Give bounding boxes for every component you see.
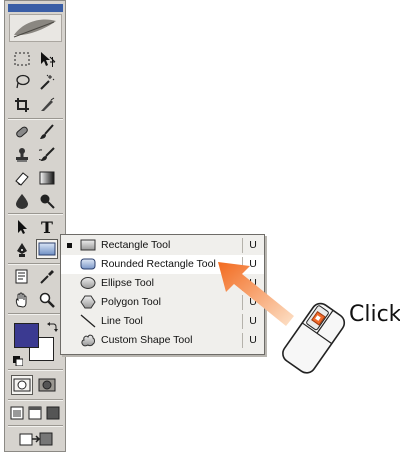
clone-stamp-icon[interactable] (11, 145, 33, 165)
menu-item-label: Rectangle Tool (101, 239, 171, 251)
menu-item-label: Polygon Tool (101, 296, 161, 308)
standard-mode-icon[interactable] (11, 375, 33, 395)
rectangle-shape-icon[interactable] (36, 239, 58, 259)
menu-item-label: Ellipse Tool (101, 277, 154, 289)
blur-icon[interactable] (11, 191, 33, 211)
dodge-icon[interactable] (36, 191, 58, 211)
toolbox-divider (8, 425, 63, 427)
gradient-icon[interactable] (36, 168, 58, 188)
svg-text:T: T (41, 219, 53, 235)
full-screen-menu-mode-icon[interactable] (27, 403, 43, 423)
standard-screen-mode-icon[interactable] (9, 403, 25, 423)
healing-brush-icon[interactable] (11, 122, 33, 142)
eraser-icon[interactable] (11, 168, 33, 188)
toolbox-divider (8, 118, 63, 120)
foreground-color-swatch[interactable] (14, 323, 39, 348)
menu-divider (242, 333, 243, 348)
menu-item-label: Custom Shape Tool (101, 334, 193, 346)
default-colors-icon[interactable] (13, 353, 24, 367)
full-screen-mode-icon[interactable] (45, 403, 61, 423)
notes-icon[interactable] (11, 267, 33, 287)
history-brush-icon[interactable] (36, 145, 58, 165)
slice-icon[interactable] (36, 95, 58, 115)
polygon-icon (80, 295, 96, 312)
click-label: Click (349, 302, 400, 327)
crop-icon[interactable] (11, 95, 33, 115)
toolbox-divider (8, 313, 63, 315)
path-selection-icon[interactable] (11, 217, 33, 237)
move-icon[interactable] (36, 49, 58, 69)
ellipse-icon (80, 276, 96, 293)
hand-icon[interactable] (11, 290, 33, 310)
mouse-icon (276, 298, 350, 385)
brush-icon[interactable] (36, 122, 58, 142)
custom-shape-icon (80, 333, 96, 350)
toolbox-divider (8, 213, 63, 215)
shortcut-key: U (249, 334, 257, 346)
line-icon (80, 314, 96, 331)
menu-item-label: Line Tool (101, 315, 143, 327)
magic-wand-icon[interactable] (36, 72, 58, 92)
menu-item-custom-shape-tool[interactable]: Custom Shape Tool U (61, 331, 264, 350)
lasso-icon[interactable] (11, 72, 33, 92)
quick-mask-mode-icon[interactable] (36, 375, 58, 395)
rectangle-icon (80, 238, 96, 255)
rounded-rectangle-icon (80, 257, 96, 274)
toolbox-divider (8, 369, 63, 371)
pen-icon[interactable] (11, 240, 33, 260)
zoom-icon[interactable] (36, 290, 58, 310)
toolbox-divider (8, 399, 63, 401)
selected-bullet-icon (67, 243, 72, 248)
menu-divider (242, 238, 243, 253)
shortcut-key: U (249, 239, 257, 251)
toolbox-divider (8, 263, 63, 265)
menu-item-rectangle-tool[interactable]: Rectangle Tool U (61, 236, 264, 255)
toolbox: T (4, 0, 66, 452)
menu-item-label: Rounded Rectangle Tool (101, 258, 216, 270)
swap-colors-icon[interactable] (46, 320, 58, 338)
feather-logo[interactable] (9, 14, 62, 42)
toolbox-title-bar[interactable] (8, 4, 63, 12)
eyedropper-icon[interactable] (36, 267, 58, 287)
type-icon[interactable]: T (36, 217, 58, 237)
jump-to-imageready-icon[interactable] (11, 429, 61, 449)
marquee-icon[interactable] (11, 49, 33, 69)
